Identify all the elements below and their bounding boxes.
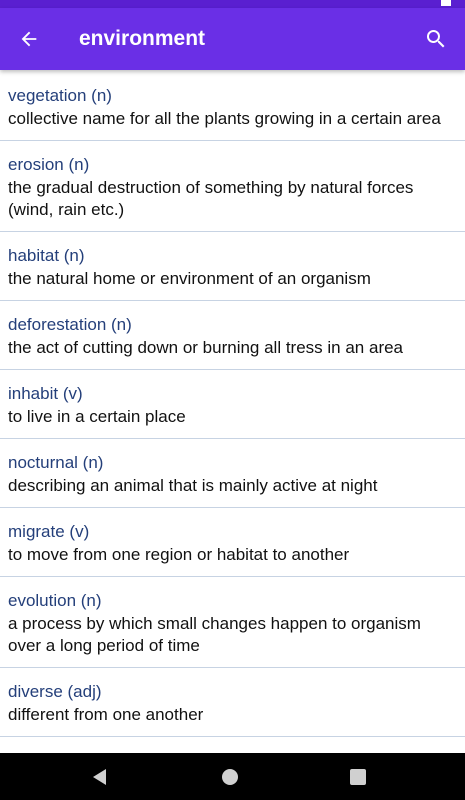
list-item[interactable]: migrate (v) to move from one region or h… <box>0 508 465 577</box>
page-title: environment <box>79 27 206 50</box>
entry-definition: the act of cutting down or burning all t… <box>8 338 404 357</box>
nav-back-icon <box>93 769 106 785</box>
search-button[interactable] <box>417 20 455 58</box>
nav-home-icon <box>222 769 238 785</box>
list-item[interactable]: nocturnal (n) describing an animal that … <box>0 439 465 508</box>
list-item[interactable]: vegetation (n) collective name for all t… <box>0 72 465 141</box>
entry-word: habitat (n) <box>8 246 85 265</box>
status-bar <box>0 0 465 8</box>
status-icon <box>441 0 451 6</box>
vocabulary-list[interactable]: vegetation (n) collective name for all t… <box>0 72 465 753</box>
entry-definition: describing an animal that is mainly acti… <box>8 476 378 495</box>
entry-word: evolution (n) <box>8 591 102 610</box>
list-item[interactable]: inhabit (v) to live in a certain place <box>0 370 465 439</box>
entry-word: diverse (adj) <box>8 682 102 701</box>
list-item[interactable]: evolution (n) a process by which small c… <box>0 577 465 668</box>
nav-back-button[interactable] <box>88 765 112 789</box>
app-bar: environment <box>0 8 465 70</box>
entry-definition: to live in a certain place <box>8 407 186 426</box>
arrow-back-icon <box>21 31 37 47</box>
entry-word: erosion (n) <box>8 155 90 174</box>
entry-word: migrate (v) <box>8 522 90 541</box>
entry-definition: the natural home or environment of an or… <box>8 269 371 288</box>
entry-definition: to move from one region or habitat to an… <box>8 545 350 564</box>
list-item[interactable]: habitat (n) the natural home or environm… <box>0 232 465 301</box>
navigation-bar <box>0 753 465 800</box>
entry-word: inhabit (v) <box>8 384 83 403</box>
search-icon <box>427 30 445 48</box>
list-item[interactable]: erosion (n) the gradual destruction of s… <box>0 141 465 232</box>
entry-word: deforestation (n) <box>8 315 132 334</box>
screen: environment vegetation (n) collective na… <box>0 0 465 800</box>
nav-home-button[interactable] <box>218 765 242 789</box>
entry-word: vegetation (n) <box>8 86 112 105</box>
nav-recents-icon <box>350 769 366 785</box>
nav-recents-button[interactable] <box>346 765 370 789</box>
back-button[interactable] <box>10 20 48 58</box>
entry-definition: a process by which small changes happen … <box>8 614 421 655</box>
entry-definition: different from one another <box>8 705 204 724</box>
list-item[interactable]: deforestation (n) the act of cutting dow… <box>0 301 465 370</box>
entry-definition: collective name for all the plants growi… <box>8 109 441 128</box>
entry-definition: the gradual destruction of something by … <box>8 178 414 219</box>
list-item[interactable]: diverse (adj) different from one another <box>0 668 465 737</box>
entry-word: nocturnal (n) <box>8 453 104 472</box>
